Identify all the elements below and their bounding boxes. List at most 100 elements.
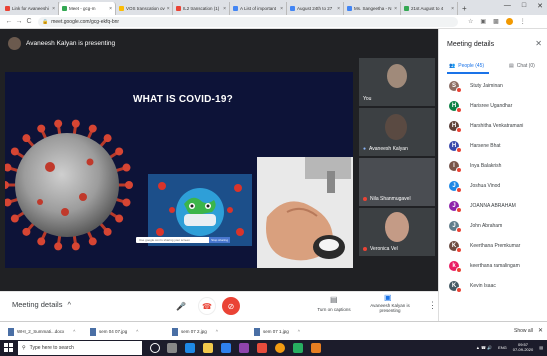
participant-row[interactable]: K Keerthana Premkumar [449, 239, 520, 253]
download-item[interactable]: WHI_2_Summati...docx ^ [8, 326, 75, 337]
participant-row[interactable]: J Joshua Vinod [449, 179, 500, 193]
participant-row[interactable]: H Harshitha Venkatramani [449, 119, 523, 133]
participant-row[interactable]: K Kevin Isaac [449, 279, 496, 293]
participant-video [385, 212, 409, 242]
tab-people[interactable]: 👥 People (45) [449, 63, 484, 69]
show-all-downloads[interactable]: Show all [514, 328, 533, 334]
camera-off-icon: ⊘ [227, 301, 235, 311]
star-icon[interactable]: ☆ [468, 18, 473, 25]
forward-button[interactable]: → [14, 18, 24, 25]
minimize-button[interactable]: — [504, 2, 511, 10]
presenter-text: Avaneesh Kalyan is presenting [26, 40, 116, 47]
chevron-up-icon[interactable]: ^ [216, 329, 218, 334]
browser-tab[interactable]: 21st August to 4 × [401, 2, 458, 15]
participant-row[interactable]: H Harisree Ugandhar [449, 99, 512, 113]
tab-chat[interactable]: ▤ Chat (0) [509, 63, 535, 69]
back-button[interactable]: ← [4, 18, 14, 25]
browser-tab[interactable]: Meet - gcg-m × [59, 2, 116, 15]
app3-icon[interactable] [311, 343, 321, 353]
participant-row[interactable]: S Stuty Jaiminan [449, 79, 503, 93]
close-tab-icon[interactable]: × [449, 6, 454, 12]
participant-row[interactable]: k keerthana ramalingam [449, 259, 520, 273]
close-tab-icon[interactable]: × [335, 6, 340, 12]
store-icon[interactable] [221, 343, 231, 353]
file-icon [90, 327, 96, 336]
browser-tab[interactable]: August 24th to 27 × [287, 2, 344, 15]
participant-tile-veronica[interactable]: Veronica Vel [359, 208, 435, 256]
microphone-button[interactable]: 🎤 [172, 297, 190, 315]
cortana-icon[interactable] [150, 343, 160, 353]
profile-avatar[interactable] [505, 18, 513, 25]
tab-chat-label: Chat (0) [516, 63, 535, 69]
download-item[interactable]: sem 07 2.jpg ^ [172, 326, 218, 337]
participant-name: Harisree Ugandhar [470, 103, 513, 109]
close-panel-button[interactable]: ✕ [535, 39, 542, 48]
more-options-icon[interactable]: ⋮ [428, 300, 437, 311]
browser-tab[interactable]: IL2 transcation (1) × [173, 2, 230, 15]
participant-row[interactable]: J John Abraham [449, 219, 502, 233]
virus-spike-head [88, 237, 97, 246]
browser-tab[interactable]: VOS transcation ov × [116, 2, 173, 15]
language-indicator[interactable]: ENG [498, 345, 507, 350]
chevron-up-icon[interactable]: ^ [73, 329, 75, 334]
microphone-icon: 🎤 [176, 301, 186, 311]
close-tab-icon[interactable]: × [392, 6, 397, 12]
maximize-button[interactable]: □ [522, 2, 526, 10]
lock-icon: 🔒 [42, 18, 49, 25]
presenting-label[interactable]: Avaneesh Kalyan is presenting [366, 303, 414, 313]
reload-button[interactable]: C [24, 18, 34, 25]
app-icon[interactable] [239, 343, 249, 353]
close-tab-icon[interactable]: × [221, 6, 226, 12]
download-item[interactable]: sem 07 1.jpg ^ [254, 326, 300, 337]
tab-title: Link for Avaneeshi [12, 6, 49, 11]
participant-tile-you[interactable]: You [359, 58, 435, 106]
virus-spike-head [5, 181, 9, 189]
tab-title: VOS transcation ov [126, 6, 165, 11]
close-tab-icon[interactable]: × [107, 6, 112, 12]
chevron-up-icon[interactable]: ^ [298, 329, 300, 334]
tray-icons[interactable]: ▲ ☎ 🔊 [476, 345, 492, 350]
present-icon[interactable]: ▣ [384, 293, 392, 302]
more-menu-icon[interactable]: ⋮ [520, 18, 526, 25]
download-item[interactable]: sem 04 07.jpg ^ [90, 326, 138, 337]
windows-start-icon[interactable] [4, 343, 13, 352]
browser-tab[interactable]: A List of important × [230, 2, 287, 15]
chrome-icon[interactable] [275, 343, 285, 353]
extension-icon[interactable]: ▣ [480, 18, 486, 25]
browser-tab[interactable]: Link for Avaneeshi × [2, 2, 59, 15]
task-view-icon[interactable] [167, 343, 177, 353]
app2-icon[interactable] [293, 343, 303, 353]
office-icon[interactable] [257, 343, 267, 353]
notification-icon[interactable]: ▤ [539, 345, 543, 350]
meeting-details-button[interactable]: Meeting details ^ [12, 300, 71, 309]
camera-off-button[interactable]: ⊘ [222, 297, 240, 315]
new-tab-button[interactable]: + [462, 2, 467, 15]
close-downloads-bar[interactable]: ✕ [538, 327, 543, 334]
participant-tile-nila[interactable]: Nila Shanmugavel [359, 158, 435, 206]
virus-spike-head [88, 124, 97, 133]
chevron-up-icon[interactable]: ^ [136, 329, 138, 334]
participant-row[interactable]: I Inya Balakrish [449, 159, 501, 173]
tab-favicon-icon [176, 6, 181, 11]
browser-tab[interactable]: Ms. Sangeetha - N × [344, 2, 401, 15]
leave-call-button[interactable]: ☎ [198, 297, 216, 315]
close-tab-icon[interactable]: × [165, 6, 170, 12]
file-explorer-icon[interactable] [203, 343, 213, 353]
stop-sharing-button[interactable]: Stop sharing [209, 237, 230, 243]
participant-row[interactable]: H Harsene Bhat [449, 139, 501, 153]
close-tab-icon[interactable]: × [50, 6, 55, 12]
taskbar-search-field[interactable]: ⚲ Type here to search [18, 341, 142, 355]
clock[interactable]: 09:57 07-09-2020 [513, 342, 533, 352]
captions-icon[interactable]: ▤ [330, 295, 338, 304]
close-window-button[interactable]: ✕ [537, 2, 543, 10]
captions-label[interactable]: Turn on captions [310, 307, 358, 312]
close-tab-icon[interactable]: × [278, 6, 283, 12]
virus-spike-head [10, 147, 19, 156]
edge-icon[interactable] [185, 343, 195, 353]
participant-tile-avaneesh[interactable]: ● Avaneesh Kalyan [359, 108, 435, 156]
download-filename: sem 07 2.jpg [181, 329, 207, 334]
tab-favicon-icon [404, 6, 409, 11]
url-field[interactable]: 🔒 meet.google.com/gcg-ekfq-bnr [38, 16, 458, 27]
participant-row[interactable]: J JOANNA ABRAHAM [449, 199, 516, 213]
puzzle-icon[interactable]: ▩ [493, 18, 499, 25]
